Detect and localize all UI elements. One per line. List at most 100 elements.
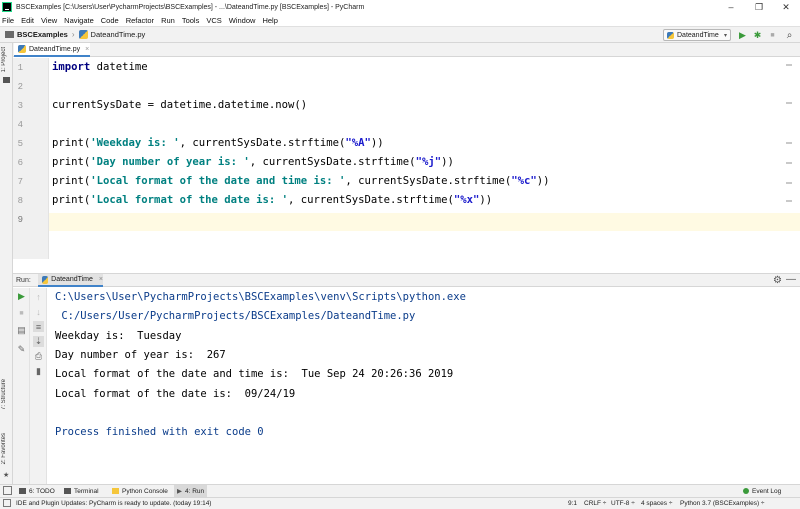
run-tab-dateandtime[interactable]: DateandTime × bbox=[38, 274, 103, 287]
terminal-label: Terminal bbox=[74, 487, 99, 495]
terminal-tool-button[interactable]: Terminal bbox=[64, 485, 99, 497]
python-interpreter[interactable]: Python 3.7 (BSCExamples) ÷ bbox=[680, 498, 765, 509]
code-text: )) bbox=[441, 156, 454, 168]
console-line: Local format of the date is: 09/24/19 bbox=[55, 387, 296, 400]
menu-code[interactable]: Code bbox=[101, 16, 119, 25]
maximize-button[interactable]: ❐ bbox=[744, 0, 774, 14]
code-text: print( bbox=[52, 156, 91, 168]
line-number: 7 bbox=[17, 177, 23, 187]
run-icon[interactable]: ▶ bbox=[736, 29, 749, 42]
print-icon[interactable]: ⎙ bbox=[33, 351, 44, 362]
todo-tool-button[interactable]: 6: TODO bbox=[19, 485, 55, 497]
close-icon[interactable]: × bbox=[99, 276, 103, 283]
code-line: print('Local format of the date and time… bbox=[52, 175, 550, 187]
favorites-tool-tab[interactable]: 2: Favorites bbox=[1, 433, 7, 464]
code-text: )) bbox=[479, 194, 493, 206]
code-format-string: "%j" bbox=[415, 156, 442, 168]
event-log-button[interactable]: Event Log bbox=[743, 485, 781, 497]
tab-dateandtime-py[interactable]: DateandTime.py × bbox=[14, 43, 90, 57]
menu-help[interactable]: Help bbox=[262, 16, 277, 25]
menu-edit[interactable]: Edit bbox=[21, 16, 34, 25]
close-button[interactable]: ✕ bbox=[771, 0, 800, 14]
code-text: , currentSysDate.strftime( bbox=[288, 194, 454, 206]
hide-panel-icon[interactable]: — bbox=[786, 274, 796, 285]
pin-icon[interactable]: ✎ bbox=[16, 344, 27, 355]
rerun-icon[interactable]: ▶ bbox=[16, 291, 27, 302]
run-toolbar: ▶ ■ ▤ ✎ bbox=[13, 288, 30, 484]
caret-position[interactable]: 9:1 bbox=[568, 498, 577, 509]
debug-icon[interactable]: ✱ bbox=[751, 29, 764, 42]
scroll-marker bbox=[786, 182, 792, 184]
menu-navigate[interactable]: Navigate bbox=[64, 16, 94, 25]
trash-icon[interactable]: ▮ bbox=[33, 366, 44, 377]
python-file-icon bbox=[42, 275, 49, 284]
line-number: 9 bbox=[17, 215, 23, 225]
close-icon[interactable]: × bbox=[85, 46, 89, 53]
console-line: Weekday is: Tuesday bbox=[55, 329, 182, 342]
code-text: print( bbox=[52, 194, 91, 206]
gear-icon[interactable]: ⚙ bbox=[773, 275, 782, 286]
soft-wrap-icon[interactable]: ≡ bbox=[33, 321, 44, 332]
breadcrumb-project[interactable]: BSCExamples bbox=[17, 30, 68, 39]
breadcrumb-file[interactable]: DateandTime.py bbox=[91, 30, 146, 39]
run-console[interactable]: C:\Users\User\PycharmProjects\BSCExample… bbox=[47, 288, 800, 484]
run-configuration-label: DateandTime bbox=[677, 31, 719, 39]
menu-view[interactable]: View bbox=[41, 16, 57, 25]
stop-icon[interactable]: ■ bbox=[766, 29, 779, 42]
code-line: print('Weekday is: ', currentSysDate.str… bbox=[52, 137, 384, 149]
menu-run[interactable]: Run bbox=[161, 16, 175, 25]
code-string: 'Local format of the date and time is: ' bbox=[90, 175, 346, 187]
bottom-tool-bar: 6: TODO Terminal Python Console ▶ 4: Run … bbox=[0, 484, 800, 497]
status-toggle-icon[interactable] bbox=[3, 499, 11, 507]
menu-refactor[interactable]: Refactor bbox=[126, 16, 154, 25]
code-line: import datetime bbox=[52, 61, 148, 73]
code-keyword: import bbox=[52, 61, 91, 73]
scroll-marker bbox=[786, 142, 792, 144]
code-text: , currentSysDate.strftime( bbox=[345, 175, 512, 187]
project-tool-tab[interactable]: 1: Project bbox=[1, 47, 7, 72]
panel-toggle-icon[interactable] bbox=[3, 486, 12, 495]
window-title: BSCExamples [C:\Users\User\PycharmProjec… bbox=[16, 3, 365, 11]
minimize-button[interactable]: – bbox=[716, 0, 746, 14]
search-icon[interactable]: ⌕ bbox=[783, 29, 796, 42]
file-encoding[interactable]: UTF-8 ÷ bbox=[611, 498, 635, 509]
layout-icon[interactable]: ▤ bbox=[16, 325, 27, 336]
code-format-string: "%c" bbox=[511, 175, 537, 187]
code-line: currentSysDate = datetime.datetime.now() bbox=[52, 99, 307, 111]
console-line: Process finished with exit code 0 bbox=[55, 426, 264, 439]
line-number: 1 bbox=[17, 63, 23, 73]
code-editor[interactable]: import datetime currentSysDate = datetime… bbox=[49, 58, 800, 259]
line-separator[interactable]: CRLF ÷ bbox=[584, 498, 606, 509]
title-bar: BSCExamples [C:\Users\User\PycharmProjec… bbox=[0, 0, 800, 14]
line-number: 6 bbox=[17, 158, 23, 168]
todo-label: 6: TODO bbox=[29, 487, 55, 495]
run-tool-button[interactable]: ▶ 4: Run bbox=[174, 485, 208, 497]
python-console-label: Python Console bbox=[122, 487, 168, 495]
structure-tool-tab[interactable]: 7: Structure bbox=[1, 379, 7, 410]
code-text: )) bbox=[536, 175, 550, 187]
line-number: 5 bbox=[17, 139, 23, 149]
down-arrow-icon[interactable]: ↓ bbox=[33, 306, 44, 317]
code-string: 'Local format of the date is: ' bbox=[90, 194, 288, 206]
run-panel-label: Run: bbox=[16, 276, 31, 284]
menu-bar: File Edit View Navigate Code Refactor Ru… bbox=[0, 14, 800, 26]
menu-file[interactable]: File bbox=[2, 16, 14, 25]
current-line-highlight bbox=[49, 213, 800, 231]
python-console-tool-button[interactable]: Python Console bbox=[112, 485, 168, 497]
code-text: , currentSysDate.strftime( bbox=[249, 156, 416, 168]
run-configuration-select[interactable]: DateandTime ▾ bbox=[663, 29, 731, 41]
menu-vcs[interactable]: VCS bbox=[206, 16, 221, 25]
up-arrow-icon[interactable]: ↑ bbox=[33, 291, 44, 302]
project-icon bbox=[3, 77, 10, 83]
python-file-icon bbox=[78, 30, 88, 39]
indent-setting[interactable]: 4 spaces ÷ bbox=[641, 498, 672, 509]
status-message[interactable]: IDE and Plugin Updates: PyCharm is ready… bbox=[16, 500, 211, 507]
menu-window[interactable]: Window bbox=[229, 16, 256, 25]
menu-tools[interactable]: Tools bbox=[182, 16, 200, 25]
stop-icon[interactable]: ■ bbox=[16, 308, 27, 319]
scroll-to-end-icon[interactable]: ⇣ bbox=[33, 336, 44, 347]
code-string: 'Weekday is: ' bbox=[90, 137, 180, 149]
breadcrumb-separator: › bbox=[71, 30, 75, 39]
line-number: 2 bbox=[17, 82, 23, 92]
run-label: 4: Run bbox=[185, 487, 205, 495]
